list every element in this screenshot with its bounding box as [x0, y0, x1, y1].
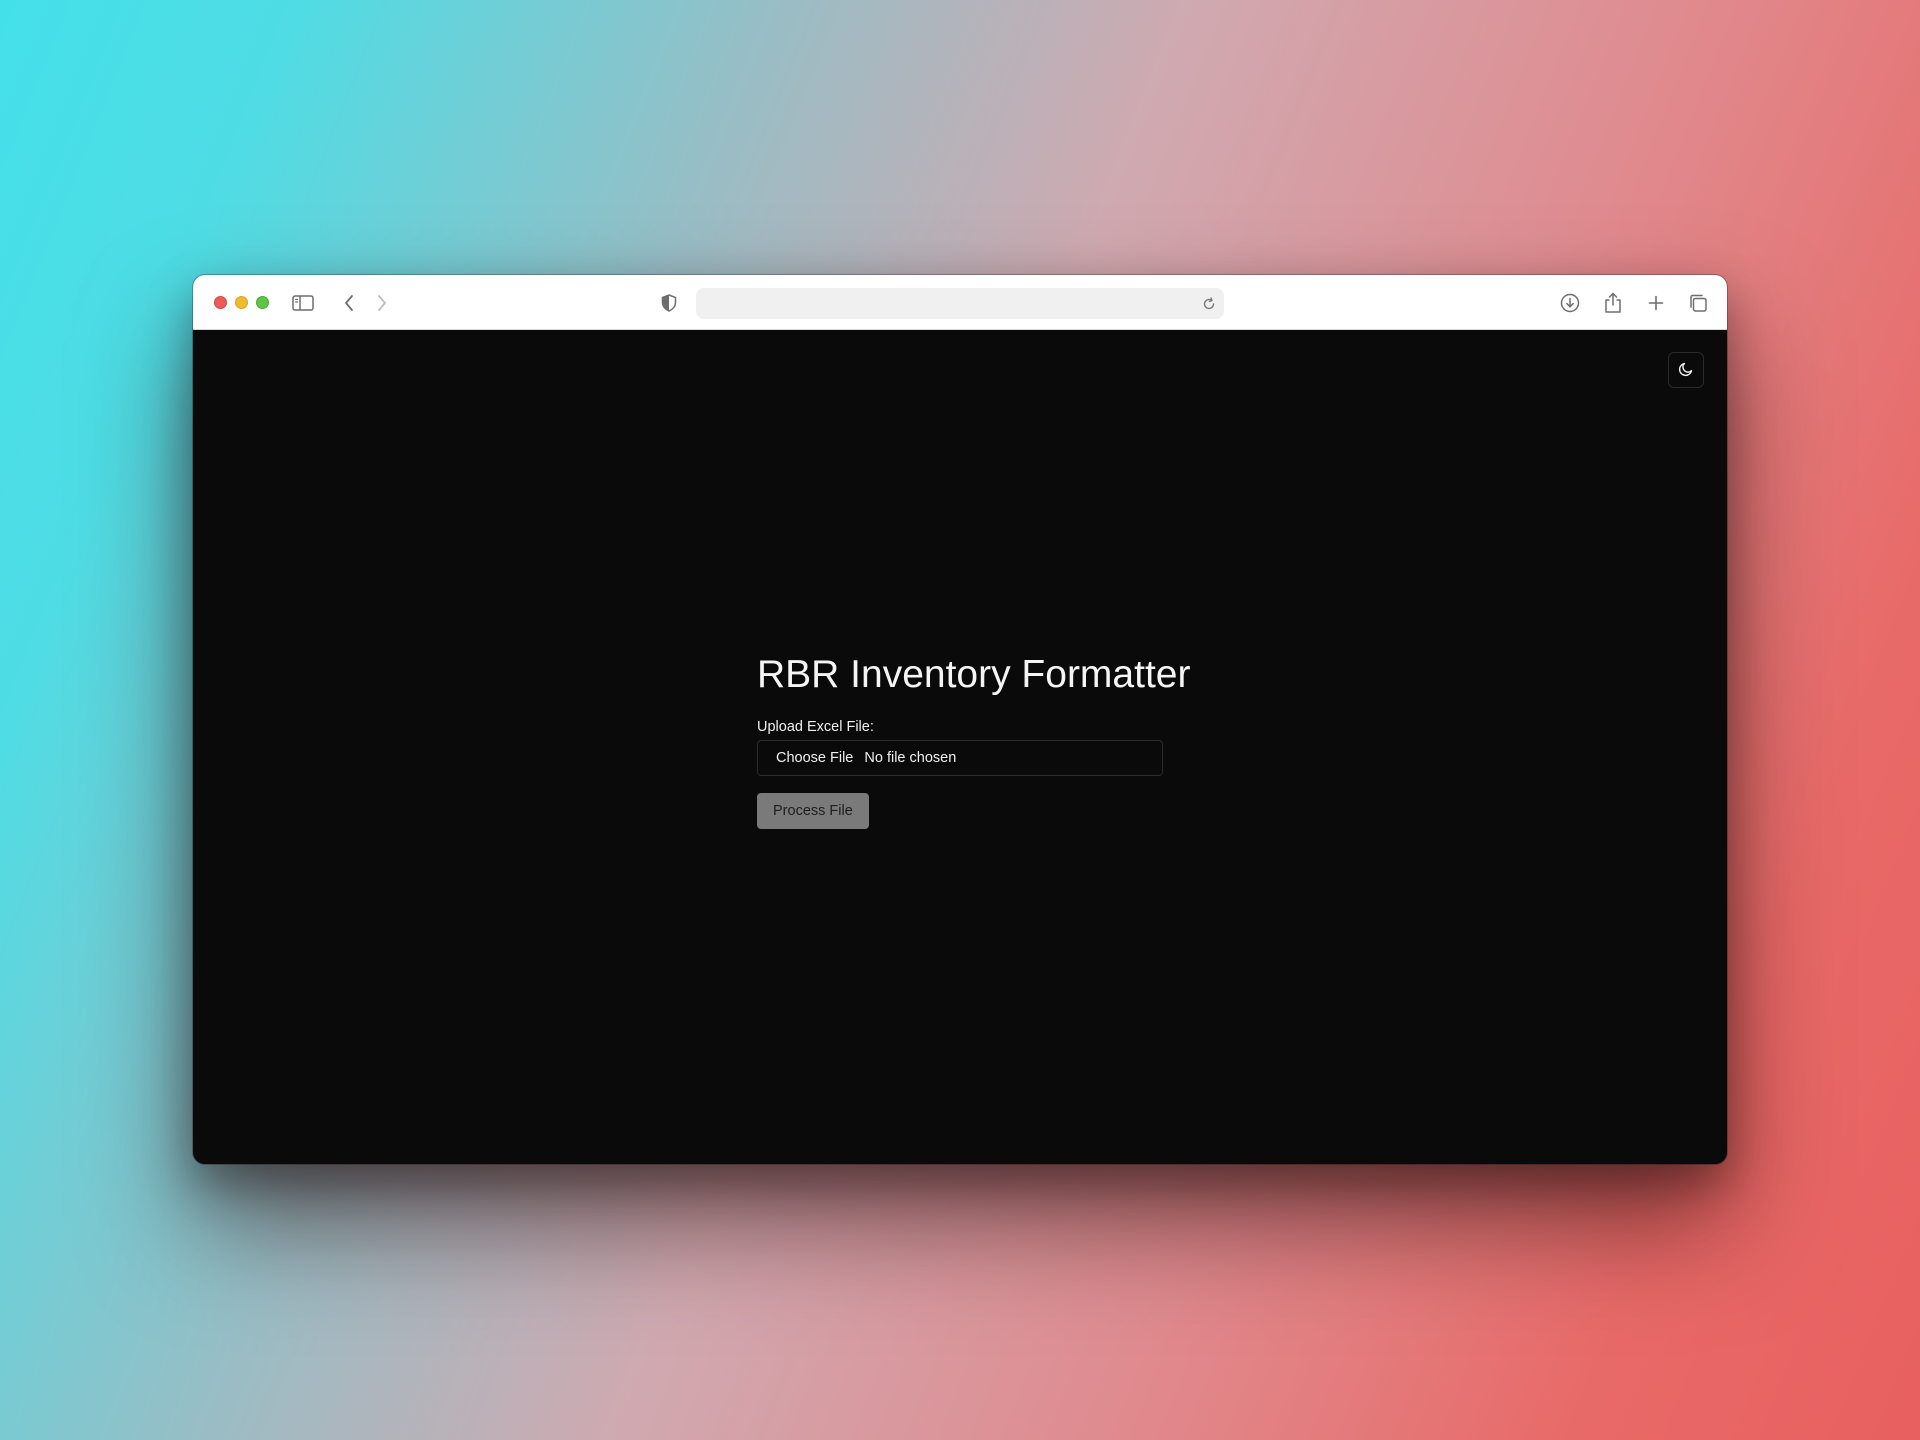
address-bar[interactable]: [696, 288, 1224, 319]
browser-toolbar: [193, 275, 1727, 330]
browser-window: RBR Inventory Formatter Upload Excel Fil…: [193, 275, 1727, 1164]
theme-toggle-button[interactable]: [1668, 352, 1704, 388]
file-input[interactable]: Choose File No file chosen: [757, 740, 1163, 776]
maximize-window-button[interactable]: [256, 296, 269, 309]
upload-label: Upload Excel File:: [757, 719, 874, 735]
sidebar-icon[interactable]: [290, 290, 316, 316]
plus-icon[interactable]: [1643, 290, 1669, 316]
tabs-overview-icon[interactable]: [1685, 290, 1711, 316]
reload-icon[interactable]: [1199, 294, 1218, 313]
share-icon[interactable]: [1600, 290, 1626, 316]
download-icon[interactable]: [1557, 290, 1583, 316]
close-window-button[interactable]: [214, 296, 227, 309]
choose-file-button[interactable]: Choose File: [776, 750, 853, 766]
page-title: RBR Inventory Formatter: [757, 653, 1191, 696]
file-status-text: No file chosen: [864, 750, 957, 766]
minimize-window-button[interactable]: [235, 296, 248, 309]
process-file-button[interactable]: Process File: [757, 793, 869, 829]
page-content: RBR Inventory Formatter Upload Excel Fil…: [193, 330, 1727, 1164]
shield-icon[interactable]: [656, 290, 682, 316]
chevron-right-icon[interactable]: [369, 290, 395, 316]
chevron-left-icon[interactable]: [336, 290, 362, 316]
moon-icon: [1678, 361, 1694, 380]
upload-form: RBR Inventory Formatter Upload Excel Fil…: [757, 651, 1191, 829]
